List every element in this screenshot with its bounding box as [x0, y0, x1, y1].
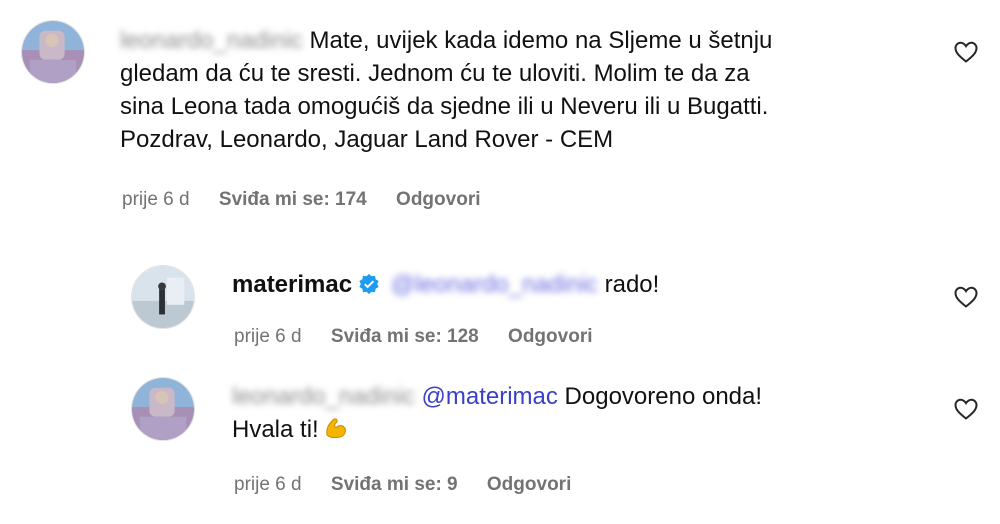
reply-button[interactable]: Odgovori	[508, 326, 592, 347]
comment-line: Mate, uvijek kada idemo na Sljeme u šetn…	[309, 27, 773, 54]
flexed-biceps-icon	[323, 415, 349, 450]
likes-count[interactable]: Sviđa mi se: 174	[219, 189, 367, 210]
reply-button[interactable]: Odgovori	[396, 189, 480, 210]
like-heart-icon[interactable]	[953, 40, 979, 64]
comment-line: rado!	[604, 271, 660, 298]
comment-text: materimac @leonardo_nadinic rado!	[232, 268, 932, 301]
mention-link[interactable]: @leonardo_nadinic	[391, 268, 598, 301]
comment-line: Dogovoreno onda!	[564, 383, 763, 410]
mention-link[interactable]: @materimac	[421, 383, 557, 410]
comment-line: Hvala ti!	[232, 416, 319, 443]
avatar[interactable]	[131, 265, 195, 329]
avatar[interactable]	[21, 20, 85, 84]
comment-line: sina Leona tada omogućiš da sjedne ili u…	[120, 93, 769, 120]
like-heart-icon[interactable]	[953, 285, 979, 309]
reply-button[interactable]: Odgovori	[487, 474, 571, 495]
comment-meta: prije 6 d Sviđa mi se: 174 Odgovori	[122, 189, 505, 211]
timestamp[interactable]: prije 6 d	[234, 474, 302, 495]
comment-meta: prije 6 d Sviđa mi se: 128 Odgovori	[234, 326, 617, 348]
likes-count[interactable]: Sviđa mi se: 128	[331, 326, 479, 347]
comment-text: leonardo_nadinic Mate, uvijek kada idemo…	[120, 24, 920, 156]
like-heart-icon[interactable]	[953, 397, 979, 421]
username-link[interactable]: leonardo_nadinic	[120, 24, 303, 57]
verified-badge-icon	[358, 273, 380, 295]
comment-meta: prije 6 d Sviđa mi se: 9 Odgovori	[234, 474, 595, 496]
avatar[interactable]	[131, 377, 195, 441]
likes-count[interactable]: Sviđa mi se: 9	[331, 474, 458, 495]
timestamp[interactable]: prije 6 d	[122, 189, 190, 210]
username-link[interactable]: leonardo_nadinic	[232, 380, 415, 413]
comment-line: Pozdrav, Leonardo, Jaguar Land Rover - C…	[120, 126, 614, 153]
comment-text: leonardo_nadinic @materimac Dogovoreno o…	[232, 380, 932, 450]
comment-line: gledam da ću te sresti. Jednom ću te ulo…	[120, 60, 750, 87]
username-link[interactable]: materimac	[232, 271, 352, 298]
timestamp[interactable]: prije 6 d	[234, 326, 302, 347]
